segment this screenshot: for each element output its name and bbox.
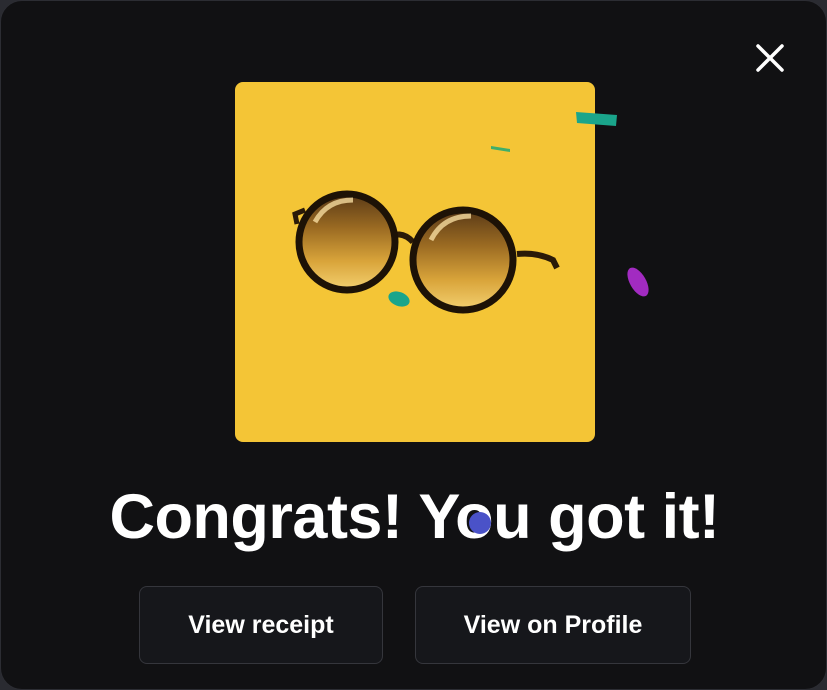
confetti-piece	[627, 267, 649, 297]
close-button[interactable]	[750, 38, 790, 78]
view-on-profile-button[interactable]: View on Profile	[415, 586, 691, 664]
view-receipt-button[interactable]: View receipt	[139, 586, 383, 664]
congrats-dialog: Congrats! You got it! View receipt View …	[0, 0, 827, 690]
close-icon	[756, 44, 784, 72]
nft-artwork	[235, 82, 595, 442]
congrats-headline: Congrats! You got it!	[109, 482, 720, 552]
pixel-sunglasses-icon	[292, 190, 560, 314]
